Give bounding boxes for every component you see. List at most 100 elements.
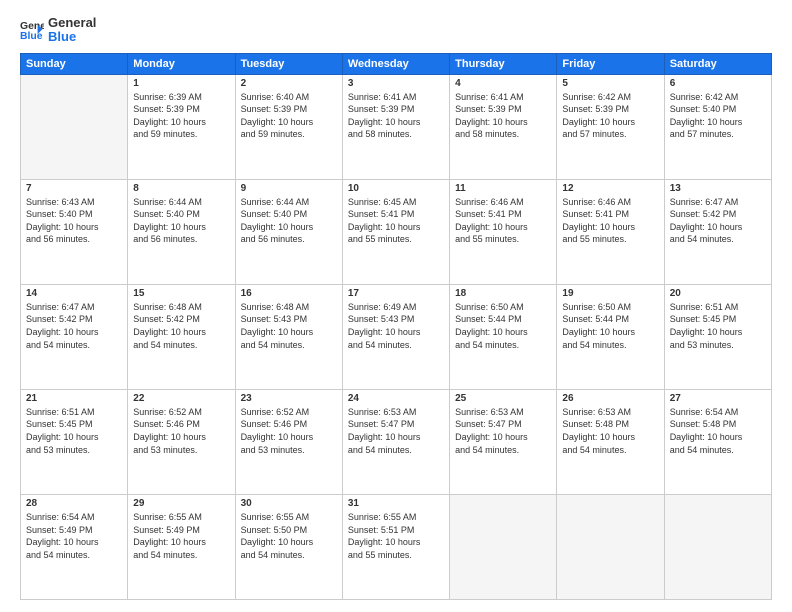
day-info: Sunrise: 6:42 AM Sunset: 5:40 PM Dayligh… [670, 91, 766, 141]
day-info: Sunrise: 6:46 AM Sunset: 5:41 PM Dayligh… [455, 196, 551, 246]
calendar-cell: 2Sunrise: 6:40 AM Sunset: 5:39 PM Daylig… [235, 74, 342, 179]
day-info: Sunrise: 6:51 AM Sunset: 5:45 PM Dayligh… [670, 301, 766, 351]
calendar-week-row-3: 14 Sunrise: 6:47 AM Sunset: 5:42 PM Dayli… [21, 284, 772, 389]
day-number: 12 [562, 183, 658, 194]
calendar-cell: 28 Sunrise: 6:54 AM Sunset: 5:49 PM Dayli… [21, 494, 128, 599]
day-info: Sunrise: 6:50 AM Sunset: 5:44 PM Dayligh… [562, 301, 658, 351]
day-info: Sunrise: 6:51 AM Sunset: 5:45 PM Dayligh… [26, 406, 122, 456]
calendar-cell: 5 Sunrise: 6:42 AM Sunset: 5:39 PM Daylig… [557, 74, 664, 179]
calendar-table: SundayMondayTuesdayWednesdayThursdayFrid… [20, 53, 772, 600]
calendar-cell: 25 Sunrise: 6:53 AM Sunset: 5:47 PM Dayli… [450, 389, 557, 494]
logo-icon: General Blue [20, 18, 44, 42]
day-info: Sunrise: 6:53 AM Sunset: 5:47 PM Dayligh… [348, 406, 444, 456]
calendar-header-monday: Monday [128, 53, 235, 74]
svg-text:Blue: Blue [20, 31, 43, 42]
calendar-cell: 17 Sunrise: 6:49 AM Sunset: 5:43 PM Dayli… [342, 284, 449, 389]
calendar-cell: 11 Sunrise: 6:46 AM Sunset: 5:41 PM Dayli… [450, 179, 557, 284]
calendar-cell: 3 Sunrise: 6:41 AM Sunset: 5:39 PM Daylig… [342, 74, 449, 179]
day-number: 20 [670, 288, 766, 299]
calendar-cell: 24 Sunrise: 6:53 AM Sunset: 5:47 PM Dayli… [342, 389, 449, 494]
day-info: Sunrise: 6:50 AM Sunset: 5:44 PM Dayligh… [455, 301, 551, 351]
calendar-cell: 27Sunrise: 6:54 AM Sunset: 5:48 PM Dayli… [664, 389, 771, 494]
calendar-cell [664, 494, 771, 599]
day-number: 25 [455, 393, 551, 404]
logo-text-general: General [48, 16, 96, 30]
day-number: 5 [562, 78, 658, 89]
day-number: 1 [133, 78, 229, 89]
day-number: 22 [133, 393, 229, 404]
calendar-cell: 9 Sunrise: 6:44 AM Sunset: 5:40 PM Daylig… [235, 179, 342, 284]
day-number: 4 [455, 78, 551, 89]
calendar-week-row-5: 28 Sunrise: 6:54 AM Sunset: 5:49 PM Dayli… [21, 494, 772, 599]
day-info: Sunrise: 6:49 AM Sunset: 5:43 PM Dayligh… [348, 301, 444, 351]
day-number: 6 [670, 78, 766, 89]
calendar-header-tuesday: Tuesday [235, 53, 342, 74]
day-number: 31 [348, 498, 444, 509]
day-info: Sunrise: 6:47 AM Sunset: 5:42 PM Dayligh… [670, 196, 766, 246]
calendar-cell: 15 Sunrise: 6:48 AM Sunset: 5:42 PM Dayli… [128, 284, 235, 389]
calendar-cell: 26 Sunrise: 6:53 AM Sunset: 5:48 PM Dayli… [557, 389, 664, 494]
calendar-cell: 6 Sunrise: 6:42 AM Sunset: 5:40 PM Daylig… [664, 74, 771, 179]
calendar-cell: 30 Sunrise: 6:55 AM Sunset: 5:50 PM Dayli… [235, 494, 342, 599]
day-number: 17 [348, 288, 444, 299]
day-info: Sunrise: 6:46 AM Sunset: 5:41 PM Dayligh… [562, 196, 658, 246]
day-number: 9 [241, 183, 337, 194]
day-number: 11 [455, 183, 551, 194]
day-number: 24 [348, 393, 444, 404]
day-info: Sunrise: 6:44 AM Sunset: 5:40 PM Dayligh… [133, 196, 229, 246]
calendar-cell: 13 Sunrise: 6:47 AM Sunset: 5:42 PM Dayli… [664, 179, 771, 284]
day-info: Sunrise: 6:48 AM Sunset: 5:42 PM Dayligh… [133, 301, 229, 351]
day-number: 3 [348, 78, 444, 89]
day-info: Sunrise: 6:55 AM Sunset: 5:49 PM Dayligh… [133, 511, 229, 561]
day-info: Sunrise: 6:55 AM Sunset: 5:51 PM Dayligh… [348, 511, 444, 561]
day-info: Sunrise: 6:39 AM Sunset: 5:39 PM Dayligh… [133, 91, 229, 141]
day-number: 14 [26, 288, 122, 299]
day-info: Sunrise: 6:54 AM Sunset: 5:49 PM Dayligh… [26, 511, 122, 561]
logo: General Blue General Blue [20, 16, 96, 45]
day-number: 30 [241, 498, 337, 509]
day-number: 19 [562, 288, 658, 299]
calendar-week-row-4: 21 Sunrise: 6:51 AM Sunset: 5:45 PM Dayli… [21, 389, 772, 494]
calendar-header-saturday: Saturday [664, 53, 771, 74]
day-number: 21 [26, 393, 122, 404]
calendar-cell: 20 Sunrise: 6:51 AM Sunset: 5:45 PM Dayli… [664, 284, 771, 389]
calendar-header-sunday: Sunday [21, 53, 128, 74]
calendar-cell [557, 494, 664, 599]
day-number: 7 [26, 183, 122, 194]
day-info: Sunrise: 6:41 AM Sunset: 5:39 PM Dayligh… [348, 91, 444, 141]
day-number: 2 [241, 78, 337, 89]
day-number: 15 [133, 288, 229, 299]
day-info: Sunrise: 6:45 AM Sunset: 5:41 PM Dayligh… [348, 196, 444, 246]
calendar-cell: 14 Sunrise: 6:47 AM Sunset: 5:42 PM Dayli… [21, 284, 128, 389]
day-info: Sunrise: 6:53 AM Sunset: 5:48 PM Dayligh… [562, 406, 658, 456]
day-info: Sunrise: 6:44 AM Sunset: 5:40 PM Dayligh… [241, 196, 337, 246]
calendar-header-thursday: Thursday [450, 53, 557, 74]
calendar-header-wednesday: Wednesday [342, 53, 449, 74]
calendar-cell: 18Sunrise: 6:50 AM Sunset: 5:44 PM Dayli… [450, 284, 557, 389]
calendar-cell: 31 Sunrise: 6:55 AM Sunset: 5:51 PM Dayli… [342, 494, 449, 599]
calendar-header-friday: Friday [557, 53, 664, 74]
day-number: 16 [241, 288, 337, 299]
calendar-cell: 19 Sunrise: 6:50 AM Sunset: 5:44 PM Dayli… [557, 284, 664, 389]
calendar-week-row-1: 1 Sunrise: 6:39 AM Sunset: 5:39 PM Daylig… [21, 74, 772, 179]
day-info: Sunrise: 6:42 AM Sunset: 5:39 PM Dayligh… [562, 91, 658, 141]
calendar-header-row: SundayMondayTuesdayWednesdayThursdayFrid… [21, 53, 772, 74]
calendar-cell [21, 74, 128, 179]
day-info: Sunrise: 6:52 AM Sunset: 5:46 PM Dayligh… [241, 406, 337, 456]
day-info: Sunrise: 6:47 AM Sunset: 5:42 PM Dayligh… [26, 301, 122, 351]
day-number: 13 [670, 183, 766, 194]
day-number: 26 [562, 393, 658, 404]
calendar-week-row-2: 7Sunrise: 6:43 AM Sunset: 5:40 PM Daylig… [21, 179, 772, 284]
day-info: Sunrise: 6:53 AM Sunset: 5:47 PM Dayligh… [455, 406, 551, 456]
calendar-cell [450, 494, 557, 599]
day-info: Sunrise: 6:48 AM Sunset: 5:43 PM Dayligh… [241, 301, 337, 351]
day-info: Sunrise: 6:55 AM Sunset: 5:50 PM Dayligh… [241, 511, 337, 561]
calendar-cell: 29Sunrise: 6:55 AM Sunset: 5:49 PM Dayli… [128, 494, 235, 599]
calendar-cell: 10Sunrise: 6:45 AM Sunset: 5:41 PM Dayli… [342, 179, 449, 284]
calendar-cell: 16 Sunrise: 6:48 AM Sunset: 5:43 PM Dayli… [235, 284, 342, 389]
logo-text-blue: Blue [48, 30, 96, 44]
calendar-cell: 8Sunrise: 6:44 AM Sunset: 5:40 PM Daylig… [128, 179, 235, 284]
day-info: Sunrise: 6:52 AM Sunset: 5:46 PM Dayligh… [133, 406, 229, 456]
day-number: 28 [26, 498, 122, 509]
calendar-cell: 22 Sunrise: 6:52 AM Sunset: 5:46 PM Dayli… [128, 389, 235, 494]
